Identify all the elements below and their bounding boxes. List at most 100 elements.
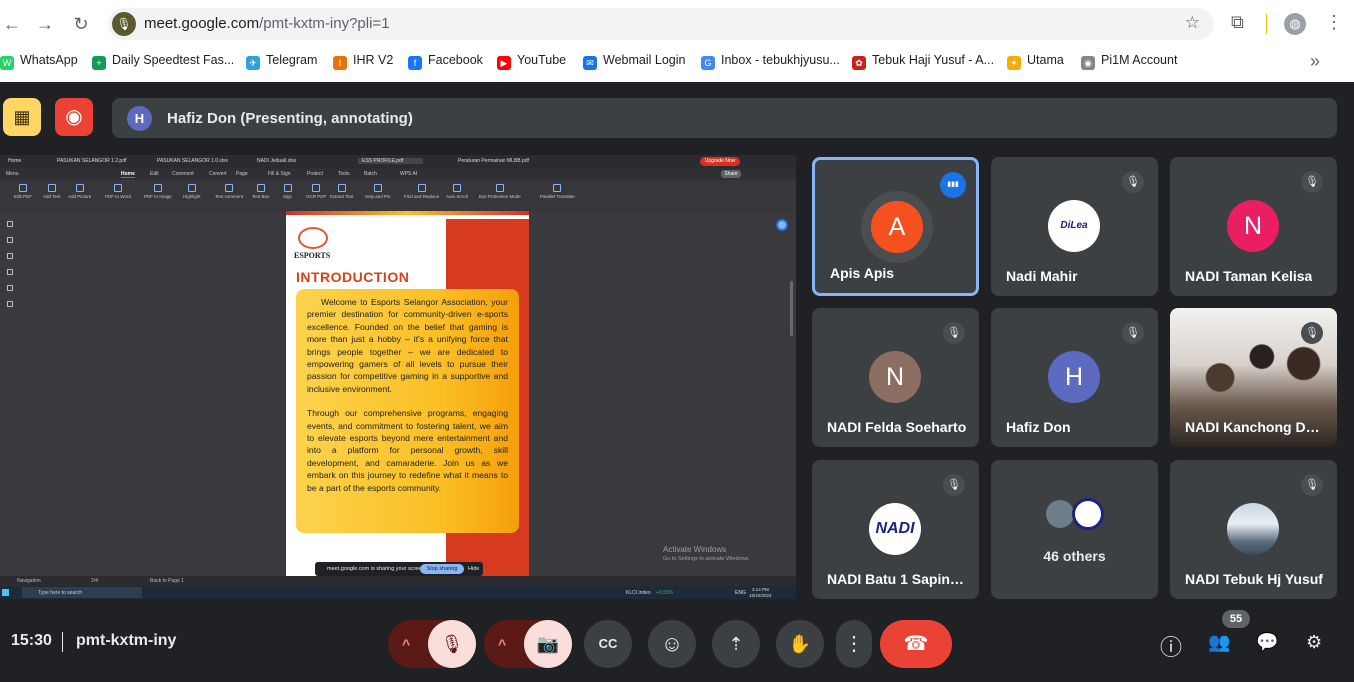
url-text[interactable]: meet.google.com/pmt-kxtm-iny?pli=1	[144, 15, 390, 32]
signature-icon[interactable]	[7, 285, 13, 291]
wps-tab[interactable]: ESS PROFILE.pdf	[358, 158, 424, 164]
wps-tool-button[interactable]: Parallel Translate	[540, 184, 575, 199]
hide-sharing-button[interactable]: Hide	[468, 566, 479, 572]
taskbar-search[interactable]: Type here to search	[22, 587, 142, 598]
hang-up-icon[interactable]: ☎	[880, 620, 952, 668]
bookmark-item[interactable]: f Facebook	[408, 53, 483, 70]
wps-tool-button[interactable]: Text Box	[252, 184, 269, 199]
participant-tile[interactable]: DiLea Nadi Mahir 🎙	[991, 157, 1158, 296]
wps-tab[interactable]: NADI Jeduall.xlsx	[257, 158, 296, 164]
participant-tile[interactable]: NADI NADI Batu 1 Sapintas 🎙	[812, 460, 979, 599]
camera-off-icon[interactable]: 📷	[524, 620, 572, 668]
wps-tool-button[interactable]: Eye Protection Mode	[479, 184, 521, 199]
participant-tile[interactable]: NADI Tebuk Hj Yusuf 🎙	[1170, 460, 1337, 599]
participant-tile[interactable]: N NADI Felda Soeharto 🎙	[812, 308, 979, 447]
forward-button[interactable]: →	[33, 12, 57, 36]
language-indicator[interactable]: ENG	[735, 590, 746, 596]
stop-sharing-button[interactable]: Stop sharing	[420, 564, 464, 574]
hide-presentation-icon[interactable]: ▦	[3, 98, 41, 136]
wps-menu-item[interactable]: Convert	[209, 171, 227, 177]
participant-tile[interactable]: H Hafiz Don 🎙	[991, 308, 1158, 447]
raise-hand-icon[interactable]: ✋	[776, 620, 824, 668]
emoji-icon[interactable]: ☺	[648, 620, 696, 668]
bookmark-item[interactable]: ◉ Pi1M Account	[1081, 53, 1177, 70]
bookmark-item[interactable]: W WhatsApp	[0, 53, 78, 70]
windows-start-icon[interactable]	[2, 589, 9, 596]
people-icon[interactable]: 👥	[1208, 632, 1230, 653]
thumbnail-icon[interactable]	[7, 237, 13, 243]
wps-menu-item[interactable]: Protect	[307, 171, 323, 177]
bookmark-item[interactable]: ✿ Tebuk Haji Yusuf - A...	[852, 53, 994, 70]
wps-menu-item[interactable]: Batch	[364, 171, 377, 177]
wps-menu-item[interactable]: Edit	[150, 171, 159, 177]
wps-menu-item[interactable]: Tools	[338, 171, 350, 177]
meeting-info-icon[interactable]: ⓘ	[1160, 630, 1182, 662]
wps-menu-item[interactable]: Home	[121, 171, 135, 178]
wps-tab[interactable]: Peraturan Permainan MLBB.pdf	[458, 158, 529, 164]
back-button[interactable]: ←	[0, 12, 24, 36]
wps-tool-button[interactable]: Auto Scroll	[446, 184, 468, 199]
reload-button[interactable]: ↻	[69, 12, 93, 36]
bookmark-item[interactable]: ✦ Utama	[1007, 53, 1064, 70]
mic-icon[interactable]: 🎙	[112, 12, 136, 36]
upgrade-badge[interactable]: Upgrade Now	[700, 157, 740, 166]
page-indicator[interactable]: 2/4	[91, 578, 98, 584]
profile-avatar[interactable]: ◍	[1284, 13, 1306, 35]
attachment-icon[interactable]	[7, 269, 13, 275]
audio-options-button[interactable]: ^ 🎙	[388, 620, 476, 668]
wps-tool-button[interactable]: Edit PDF	[14, 184, 32, 199]
share-button[interactable]: Share	[721, 170, 741, 178]
bookmark-star-icon[interactable]: ☆	[1185, 13, 1200, 33]
back-to-page-link[interactable]: Back to Page 1	[150, 578, 184, 584]
bookmark-item[interactable]: ✈ Telegram	[246, 53, 317, 70]
bookmark-item[interactable]: ✉ Webmail Login	[583, 53, 685, 70]
scrollbar[interactable]	[790, 281, 793, 336]
video-options-button[interactable]: ^ 📷	[484, 620, 572, 668]
browser-menu-icon[interactable]: ⋮	[1325, 12, 1343, 33]
more-options-icon[interactable]: ⋮	[836, 620, 872, 668]
bookmark-item[interactable]: ▶ YouTube	[497, 53, 566, 70]
wps-menu-item[interactable]: Menu	[6, 171, 19, 177]
recording-icon[interactable]: ◉	[55, 98, 93, 136]
wps-tool-button[interactable]: Add Picture	[68, 184, 91, 199]
wps-tab[interactable]: Home	[8, 158, 21, 164]
extensions-icon[interactable]: ⧉	[1231, 12, 1244, 33]
ai-assistant-icon[interactable]	[776, 219, 788, 231]
comment-icon[interactable]	[7, 253, 13, 259]
bookmark-item[interactable]: + Daily Speedtest Fas...	[92, 53, 234, 70]
wps-menu-item[interactable]: Fill & Sign	[268, 171, 291, 177]
wps-tool-button[interactable]: Sign	[283, 184, 292, 199]
wps-menu-item[interactable]: WPS AI	[400, 171, 417, 177]
wps-tool-button[interactable]: PDF to Word	[105, 184, 131, 199]
wps-tool-button[interactable]: OCR PDF	[306, 184, 326, 199]
participant-tile[interactable]: 46 others	[991, 460, 1158, 599]
bookmark-item[interactable]: I IHR V2	[333, 53, 393, 70]
bookmark-item[interactable]: G Inbox - tebukhjyusu...	[701, 53, 840, 70]
wps-tool-button[interactable]: Snip and Pin	[365, 184, 391, 199]
wps-menu-item[interactable]: Page	[236, 171, 248, 177]
navigation-label[interactable]: Navigation	[17, 578, 41, 584]
wps-tool-button[interactable]: Add Text	[43, 184, 60, 199]
participant-tile[interactable]: N NADI Taman Kelisa 🎙	[1170, 157, 1337, 296]
participant-tile[interactable]: NADI Kanchong Darat 🎙	[1170, 308, 1337, 447]
wps-tab[interactable]: PASUKAN SELANGOR 1.0.xlsx	[157, 158, 228, 164]
mic-off-icon[interactable]: 🎙	[428, 620, 476, 668]
wps-tool-button[interactable]: Text comment	[215, 184, 243, 199]
omnibox[interactable]: 🎙 meet.google.com/pmt-kxtm-iny?pli=1 ☆	[108, 8, 1214, 40]
security-icon[interactable]	[7, 301, 13, 307]
captions-icon[interactable]: CC	[584, 620, 632, 668]
wps-tool-button[interactable]: PDF to Image	[144, 184, 172, 199]
chat-icon[interactable]: 💬	[1256, 632, 1278, 653]
present-screen-icon[interactable]: ⇡	[712, 620, 760, 668]
bookmark-favicon-icon: I	[333, 56, 347, 70]
wps-tool-button[interactable]: Extract Text	[330, 184, 353, 199]
wps-menu-item[interactable]: Comment	[172, 171, 194, 177]
wps-tool-button[interactable]: Highlight	[183, 184, 201, 199]
wps-tab[interactable]: PASUKAN SELANGOR 1.2.pdf	[57, 158, 126, 164]
wps-tool-button[interactable]: Find and Replace	[404, 184, 439, 199]
activities-icon[interactable]: ⚙	[1306, 632, 1322, 653]
wps-toolbar: Edit PDF Add Text Add Picture PDF to Word PD…	[0, 180, 796, 211]
bookmarks-overflow-icon[interactable]: »	[1310, 51, 1320, 72]
bookmark-icon[interactable]	[7, 221, 13, 227]
participant-tile[interactable]: A Apis Apis ▮▮▮	[812, 157, 979, 296]
